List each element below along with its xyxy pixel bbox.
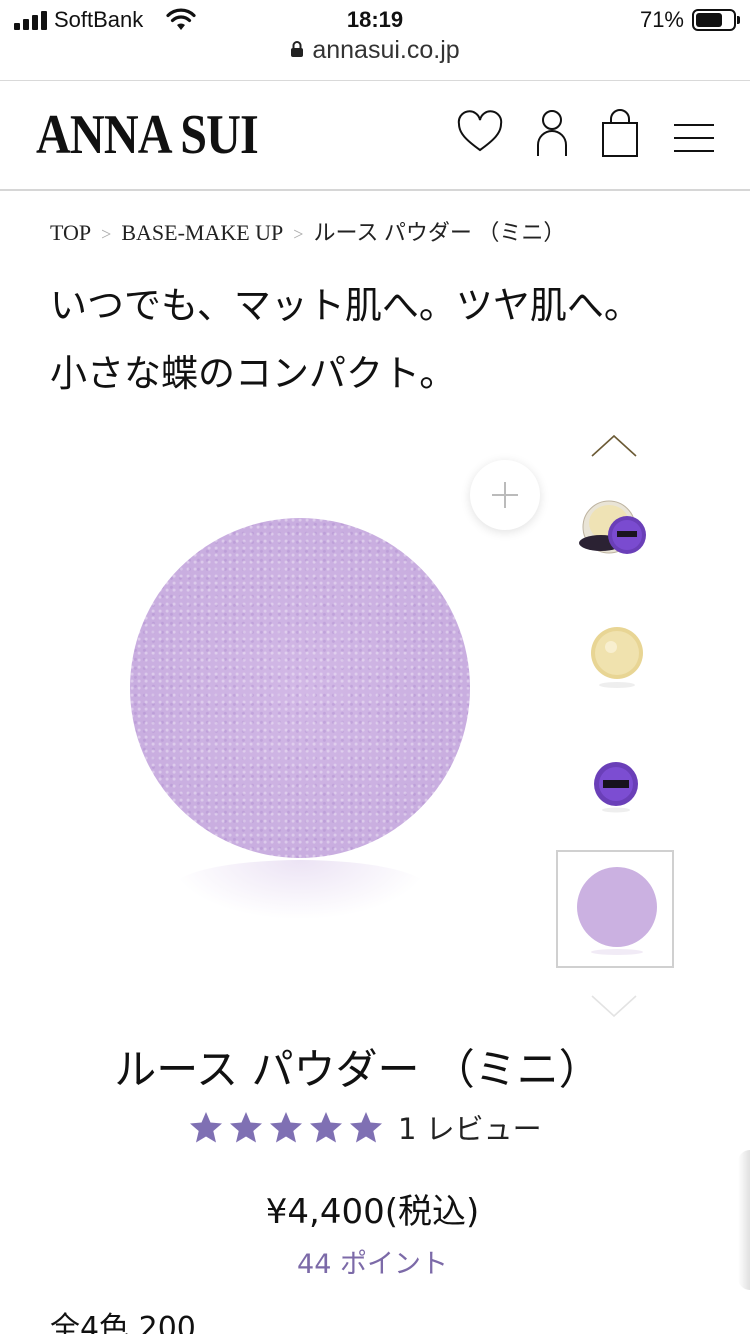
chevron-up-icon xyxy=(591,434,637,457)
menu-icon xyxy=(674,124,714,152)
star-icon xyxy=(230,1112,262,1143)
breadcrumb-separator: > xyxy=(293,224,304,244)
heart-icon xyxy=(457,109,503,151)
breadcrumb-base-makeup[interactable]: BASE-MAKE UP xyxy=(121,220,283,245)
gold-lid-image xyxy=(591,627,643,688)
product-price: ¥4,400(税込) xyxy=(265,1192,480,1232)
brand-logo[interactable]: ANNA SUI xyxy=(36,107,259,163)
lavender-powder-image xyxy=(577,867,657,955)
variant-count-label: 全4色 200 xyxy=(50,1311,196,1334)
star-icon xyxy=(190,1112,222,1143)
address-bar[interactable]: annasui.co.jp xyxy=(0,36,750,80)
reward-points: 44 ポイント xyxy=(297,1249,448,1280)
product-image-reflection xyxy=(170,860,430,920)
thumbnail-purple-puff[interactable] xyxy=(556,722,674,840)
product-headline: いつでも、マット肌へ。ツヤ肌へ。 小さな蝶のコンパクト。 xyxy=(50,272,710,408)
bag-icon xyxy=(602,109,638,157)
carrier-name: SoftBank xyxy=(54,7,144,32)
rating-stars xyxy=(188,1110,384,1144)
wifi-icon xyxy=(166,8,196,30)
purple-puff-image xyxy=(594,762,638,813)
chevron-down-icon xyxy=(591,995,637,1018)
zoom-button[interactable] xyxy=(470,460,540,530)
lock-icon xyxy=(291,41,304,58)
product-main-image[interactable] xyxy=(130,518,470,858)
breadcrumb-top[interactable]: TOP xyxy=(50,220,91,245)
star-icon xyxy=(310,1112,342,1143)
url-text: annasui.co.jp xyxy=(312,36,460,64)
user-icon xyxy=(537,110,567,156)
thumbnails-up-button[interactable] xyxy=(588,430,640,460)
status-bar: SoftBank 18:19 71% xyxy=(0,0,750,40)
breadcrumb-current: ルース パウダー （ミニ） xyxy=(313,220,566,245)
battery-percentage: 71% xyxy=(639,7,684,32)
product-rating[interactable]: 1 レビュー xyxy=(188,1106,542,1148)
battery-icon xyxy=(692,9,740,31)
thumbnail-jar[interactable] xyxy=(556,470,674,588)
jar-with-puff-image xyxy=(579,500,646,554)
breadcrumb: TOP > BASE-MAKE UP > ルース パウダー （ミニ） xyxy=(50,215,565,247)
review-count-link[interactable]: 1 レビュー xyxy=(398,1106,542,1148)
headline-line-1: いつでも、マット肌へ。ツヤ肌へ。 xyxy=(50,284,641,327)
floating-panel-edge xyxy=(738,1150,750,1290)
star-icon xyxy=(350,1112,382,1143)
site-header: ANNA SUI xyxy=(0,81,750,191)
favorites-button[interactable] xyxy=(456,109,504,157)
thumbnails-down-button[interactable] xyxy=(588,990,640,1020)
battery-level xyxy=(696,13,722,27)
thumbnail-lavender-powder[interactable] xyxy=(556,850,674,968)
cart-button[interactable] xyxy=(598,109,642,159)
product-name: ルース パウダー （ミニ） xyxy=(114,1045,601,1094)
headline-line-2: 小さな蝶のコンパクト。 xyxy=(50,352,457,395)
thumbnail-gold-lid[interactable] xyxy=(556,594,674,712)
account-button[interactable] xyxy=(534,109,570,159)
star-icon xyxy=(270,1112,302,1143)
breadcrumb-separator: > xyxy=(101,224,112,244)
menu-button[interactable] xyxy=(672,121,716,155)
signal-icon xyxy=(14,10,47,30)
